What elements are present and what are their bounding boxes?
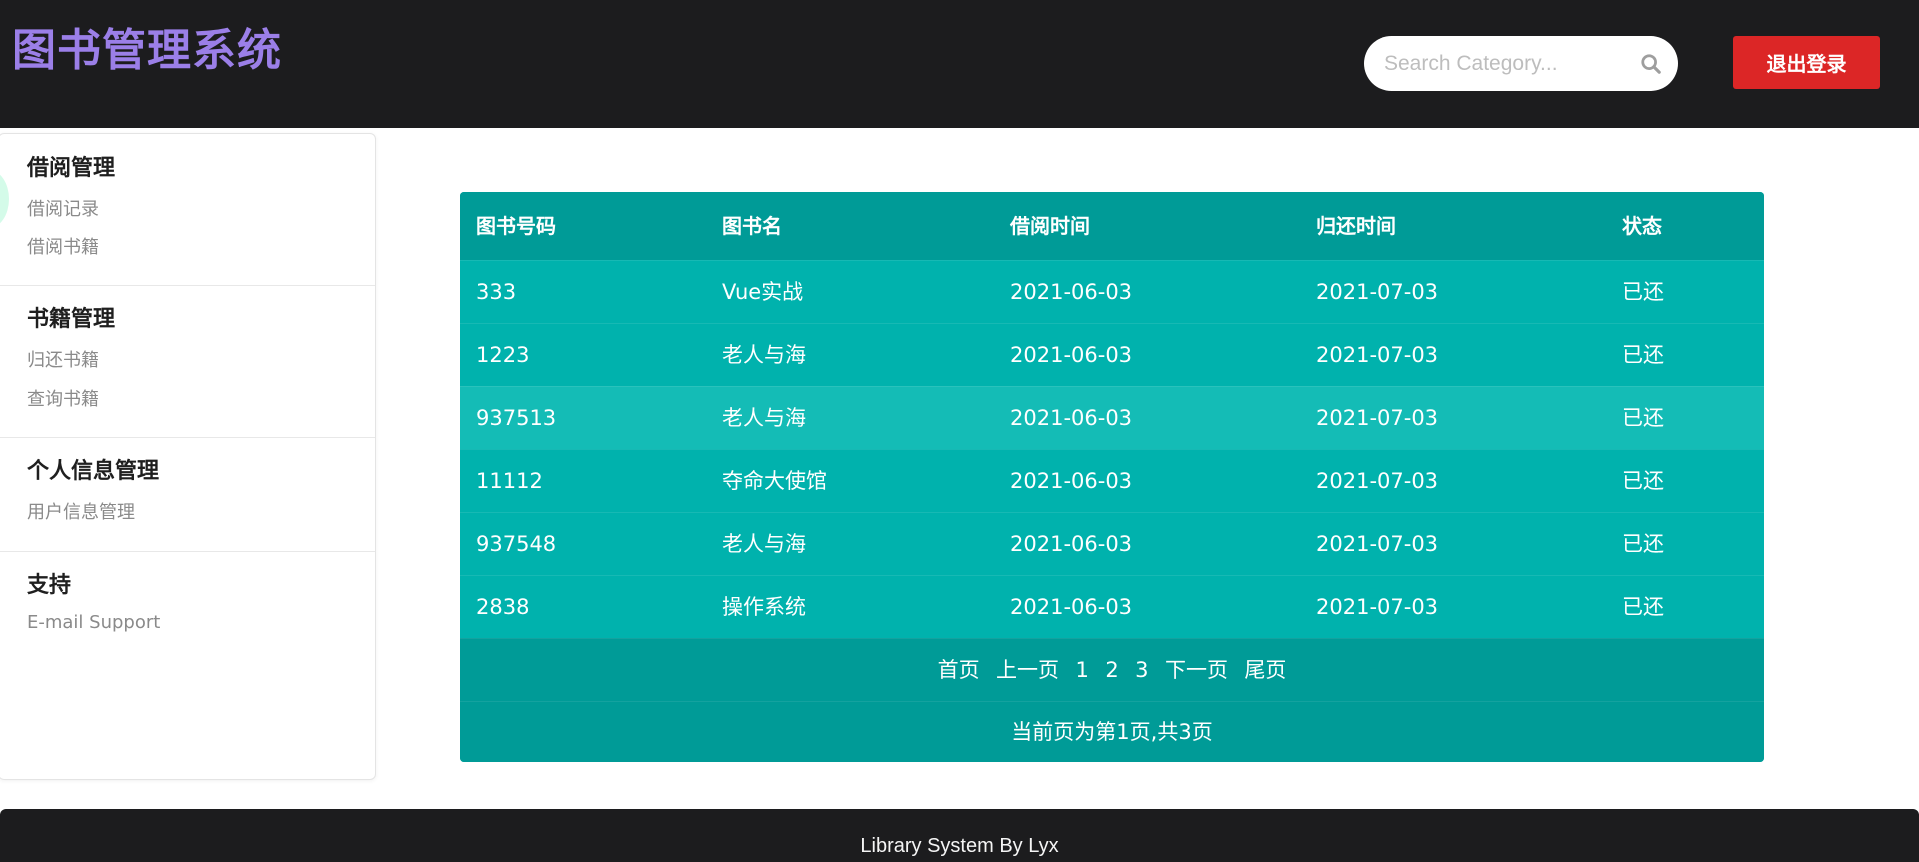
page-last-link[interactable]: 尾页 <box>1244 658 1286 682</box>
footer-text: Library System By Lyx <box>860 835 1059 857</box>
column-header-status: 状态 <box>1622 214 1662 238</box>
table-row: 11112 夺命大使馆 2021-06-03 2021-07-03 已还 <box>460 449 1764 512</box>
cell-return-time: 2021-07-03 <box>1316 595 1439 619</box>
table-row: 333 Vue实战 2021-06-03 2021-07-03 已还 <box>460 260 1764 323</box>
cell-book-id: 937548 <box>476 532 557 556</box>
page-first-link[interactable]: 首页 <box>938 658 980 682</box>
cell-book-id: 937513 <box>476 406 557 430</box>
page-prev-link[interactable]: 上一页 <box>996 658 1059 682</box>
cell-borrow-time: 2021-06-03 <box>1010 469 1133 493</box>
cell-book-id: 2838 <box>476 595 530 619</box>
cell-return-time: 2021-07-03 <box>1316 280 1439 304</box>
column-header-book-name: 图书名 <box>722 214 782 238</box>
cell-book-id: 11112 <box>476 469 543 493</box>
cell-book-id: 333 <box>476 280 517 304</box>
table-header-row: 图书号码 图书名 借阅时间 归还时间 状态 <box>460 192 1764 260</box>
cell-status: 已还 <box>1622 343 1664 367</box>
cell-return-time: 2021-07-03 <box>1316 343 1439 367</box>
borrow-records-table: 图书号码 图书名 借阅时间 归还时间 状态 333 Vue实战 2021-06-… <box>460 192 1764 762</box>
page-info: 当前页为第1页,共3页 <box>460 701 1764 762</box>
cell-borrow-time: 2021-06-03 <box>1010 280 1133 304</box>
search-input[interactable] <box>1364 36 1634 91</box>
page-number-link[interactable]: 2 <box>1105 658 1118 682</box>
pagination: 首页 上一页 1 2 3 下一页 尾页 <box>460 638 1764 701</box>
table-row: 2838 操作系统 2021-06-03 2021-07-03 已还 <box>460 575 1764 638</box>
page-number-link[interactable]: 1 <box>1075 658 1088 682</box>
cell-book-name: 老人与海 <box>722 343 806 367</box>
cell-status: 已还 <box>1622 280 1664 304</box>
top-header: 图书管理系统 退出登录 <box>0 0 1919 128</box>
sidebar-item-borrow-books[interactable]: 借阅书籍 <box>27 233 99 259</box>
sidebar-item-search-books[interactable]: 查询书籍 <box>27 385 99 411</box>
cell-book-name: Vue实战 <box>722 280 804 304</box>
sidebar-section-borrow: 借阅管理 借阅记录 借阅书籍 <box>0 134 375 286</box>
cell-status: 已还 <box>1622 595 1664 619</box>
table-row: 937513 老人与海 2021-06-03 2021-07-03 已还 <box>460 386 1764 449</box>
cell-status: 已还 <box>1622 469 1664 493</box>
cell-borrow-time: 2021-06-03 <box>1010 343 1133 367</box>
search-icon[interactable] <box>1640 53 1662 75</box>
table-row: 1223 老人与海 2021-06-03 2021-07-03 已还 <box>460 323 1764 386</box>
sidebar-section-title: 支持 <box>27 573 72 598</box>
cell-book-name: 操作系统 <box>722 595 806 619</box>
sidebar-section-title: 借阅管理 <box>27 156 116 181</box>
sidebar-section-profile: 个人信息管理 用户信息管理 <box>0 438 375 552</box>
table-row: 937548 老人与海 2021-06-03 2021-07-03 已还 <box>460 512 1764 575</box>
cell-return-time: 2021-07-03 <box>1316 532 1439 556</box>
cell-book-name: 老人与海 <box>722 532 806 556</box>
cell-borrow-time: 2021-06-03 <box>1010 595 1133 619</box>
footer: Library System By Lyx <box>0 809 1919 862</box>
sidebar-item-user-info[interactable]: 用户信息管理 <box>27 498 135 524</box>
cell-status: 已还 <box>1622 532 1664 556</box>
cell-return-time: 2021-07-03 <box>1316 406 1439 430</box>
app-title: 图书管理系统 <box>12 25 282 76</box>
page-number-link[interactable]: 3 <box>1135 658 1148 682</box>
logout-button[interactable]: 退出登录 <box>1733 36 1880 89</box>
sidebar-section-title: 个人信息管理 <box>27 459 160 484</box>
column-header-return-time: 归还时间 <box>1316 214 1396 238</box>
search-box <box>1364 36 1678 91</box>
cell-return-time: 2021-07-03 <box>1316 469 1439 493</box>
sidebar-item-return-books[interactable]: 归还书籍 <box>27 346 99 372</box>
sidebar-item-email-support[interactable]: E-mail Support <box>27 612 160 633</box>
cell-status: 已还 <box>1622 406 1664 430</box>
sidebar: 借阅管理 借阅记录 借阅书籍 书籍管理 归还书籍 查询书籍 个人信息管理 用户信… <box>0 133 376 780</box>
column-header-borrow-time: 借阅时间 <box>1010 214 1090 238</box>
cell-borrow-time: 2021-06-03 <box>1010 406 1133 430</box>
sidebar-section-title: 书籍管理 <box>27 307 116 332</box>
sidebar-section-books: 书籍管理 归还书籍 查询书籍 <box>0 286 375 438</box>
sidebar-section-support: 支持 E-mail Support <box>0 552 375 752</box>
cell-book-id: 1223 <box>476 343 530 367</box>
page-next-link[interactable]: 下一页 <box>1165 658 1228 682</box>
column-header-book-id: 图书号码 <box>476 214 556 238</box>
cell-book-name: 老人与海 <box>722 406 806 430</box>
cell-borrow-time: 2021-06-03 <box>1010 532 1133 556</box>
cell-book-name: 夺命大使馆 <box>722 469 827 493</box>
sidebar-item-borrow-records[interactable]: 借阅记录 <box>27 195 99 221</box>
